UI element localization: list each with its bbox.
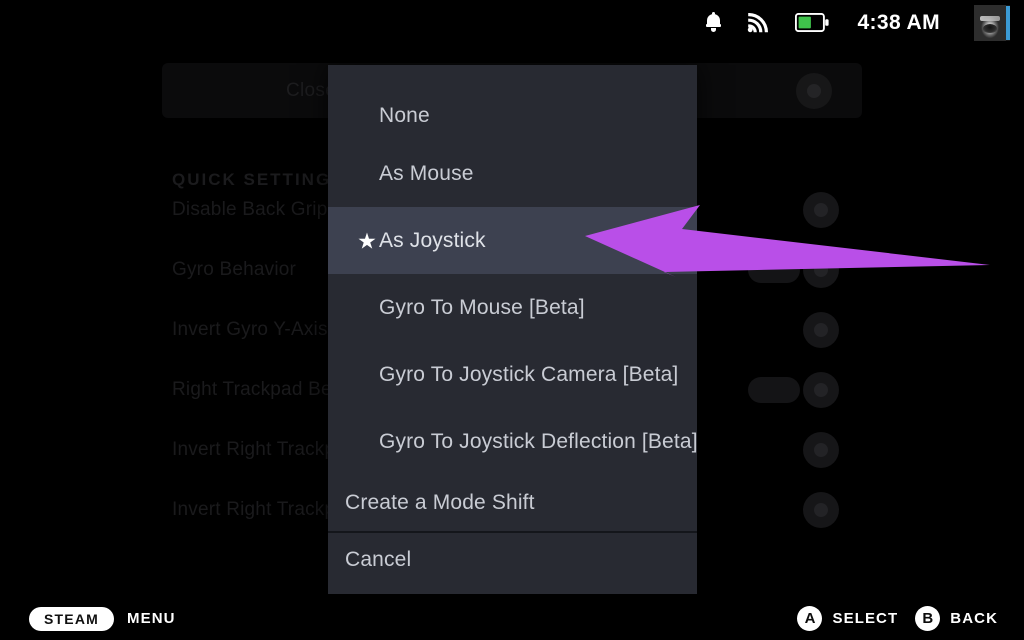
menu-item-label: Cancel — [345, 548, 412, 571]
menu-item-create-mode-shift[interactable]: Create a Mode Shift — [328, 475, 697, 531]
gear-icon — [803, 372, 839, 408]
bell-icon[interactable] — [706, 12, 722, 32]
gyro-behavior-menu[interactable]: None As Mouse ★ As Joystick Gyro To Mous… — [328, 65, 697, 594]
b-button-hint[interactable]: B BACK — [915, 606, 998, 631]
menu-item-as-joystick[interactable]: ★ As Joystick — [328, 207, 697, 274]
menu-item-label: As Joystick — [379, 228, 486, 252]
menu-item-label: Gyro To Joystick Deflection [Beta] — [379, 429, 697, 453]
b-button-label: BACK — [950, 610, 998, 627]
gear-icon — [803, 192, 839, 228]
menu-item-label: Create a Mode Shift — [345, 491, 535, 514]
menu-item-label: As Mouse — [379, 161, 474, 185]
battery-icon[interactable] — [795, 13, 830, 32]
menu-item-cancel[interactable]: Cancel — [328, 533, 697, 587]
menu-item-gyro-to-joystick-camera[interactable]: Gyro To Joystick Camera [Beta] — [328, 341, 697, 408]
steam-button[interactable]: STEAM — [29, 606, 114, 631]
menu-item-label: None — [379, 104, 430, 127]
a-button-label: SELECT — [832, 610, 899, 627]
status-bar: 4:38 AM — [0, 0, 1024, 45]
menu-item-none[interactable]: None — [328, 65, 697, 140]
footer-bar: STEAM MENU A SELECT B BACK — [0, 597, 1024, 640]
wifi-icon[interactable] — [747, 12, 769, 33]
gear-icon — [803, 492, 839, 528]
gear-icon — [803, 432, 839, 468]
avatar[interactable] — [974, 4, 1010, 41]
menu-item-gyro-to-mouse[interactable]: Gyro To Mouse [Beta] — [328, 274, 697, 341]
dropdown-control — [748, 257, 800, 283]
menu-item-as-mouse[interactable]: As Mouse — [328, 140, 697, 207]
background-section-header: QUICK SETTINGS — [172, 170, 345, 189]
a-button-hint[interactable]: A SELECT — [797, 606, 898, 631]
menu-item-label: Gyro To Joystick Camera [Beta] — [379, 362, 679, 386]
a-button-glyph: A — [797, 606, 823, 631]
menu-item-gyro-to-joystick-deflection[interactable]: Gyro To Joystick Deflection [Beta] — [328, 408, 697, 475]
background-row-label: Invert Gyro Y-Axis — [172, 319, 328, 340]
gear-icon — [803, 312, 839, 348]
menu-label: MENU — [127, 610, 176, 627]
star-icon: ★ — [357, 228, 377, 253]
gear-icon — [803, 252, 839, 288]
b-button-glyph: B — [915, 606, 941, 631]
dropdown-control — [748, 377, 800, 403]
menu-item-label: Gyro To Mouse [Beta] — [379, 295, 585, 319]
clock: 4:38 AM — [857, 10, 940, 34]
background-row-label: Gyro Behavior — [172, 259, 297, 280]
gear-icon — [796, 73, 832, 109]
